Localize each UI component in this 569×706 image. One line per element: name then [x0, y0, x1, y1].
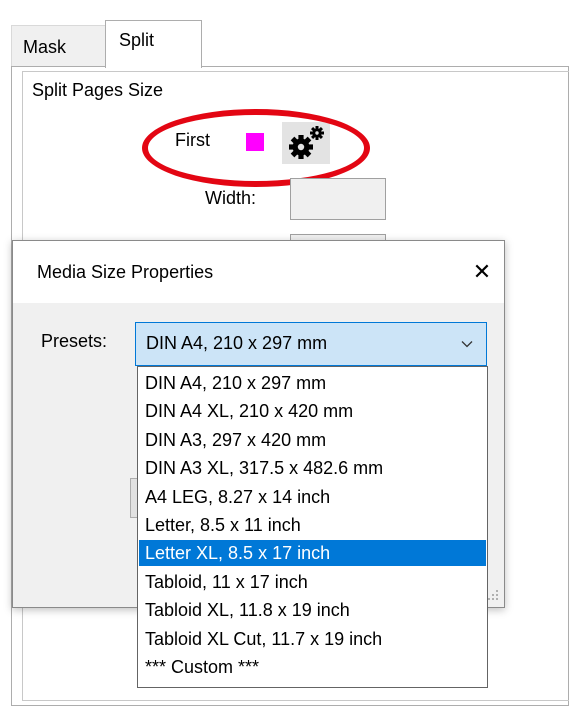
- dialog-title: Media Size Properties: [37, 262, 214, 282]
- presets-select[interactable]: DIN A4, 210 x 297 mm: [135, 322, 487, 366]
- presets-dropdown-list: DIN A4, 210 x 297 mm DIN A4 XL, 210 x 420…: [137, 366, 488, 688]
- dropdown-option[interactable]: DIN A4, 210 x 297 mm: [139, 370, 486, 396]
- first-color-swatch: [246, 133, 264, 151]
- tab-split-label: Split: [119, 30, 155, 50]
- dropdown-option[interactable]: A4 LEG, 8.27 x 14 inch: [139, 484, 486, 510]
- dropdown-option[interactable]: DIN A3, 297 x 420 mm: [139, 427, 486, 453]
- chevron-down-icon: [461, 341, 473, 348]
- presets-selected-value: DIN A4, 210 x 297 mm: [146, 333, 328, 353]
- tab-split[interactable]: Split: [105, 20, 202, 68]
- close-icon[interactable]: ✕: [465, 255, 499, 289]
- dropdown-option[interactable]: Letter, 8.5 x 11 inch: [139, 512, 486, 538]
- dropdown-option[interactable]: Tabloid XL, 11.8 x 19 inch: [139, 597, 486, 623]
- width-input[interactable]: [290, 178, 386, 220]
- tab-mask-label: Mask: [23, 37, 67, 57]
- resize-grip-icon[interactable]: [486, 588, 500, 602]
- presets-label: Presets:: [41, 331, 108, 351]
- dropdown-option[interactable]: DIN A4 XL, 210 x 420 mm: [139, 398, 486, 424]
- dialog-titlebar: Media Size Properties ✕: [13, 241, 504, 303]
- media-size-settings-button[interactable]: [282, 122, 330, 164]
- dropdown-option[interactable]: Tabloid, 11 x 17 inch: [139, 569, 486, 595]
- dropdown-option[interactable]: Letter XL, 8.5 x 17 inch: [139, 540, 486, 567]
- tab-mask[interactable]: Mask: [11, 25, 106, 67]
- first-label: First: [175, 130, 210, 150]
- dropdown-option[interactable]: Tabloid XL Cut, 11.7 x 19 inch: [139, 626, 486, 652]
- gears-icon: [289, 126, 324, 159]
- width-label: Width:: [205, 188, 257, 208]
- group-title: Split Pages Size: [32, 80, 164, 100]
- dropdown-option[interactable]: DIN A3 XL, 317.5 x 482.6 mm: [139, 455, 486, 481]
- dropdown-option[interactable]: *** Custom ***: [139, 654, 486, 680]
